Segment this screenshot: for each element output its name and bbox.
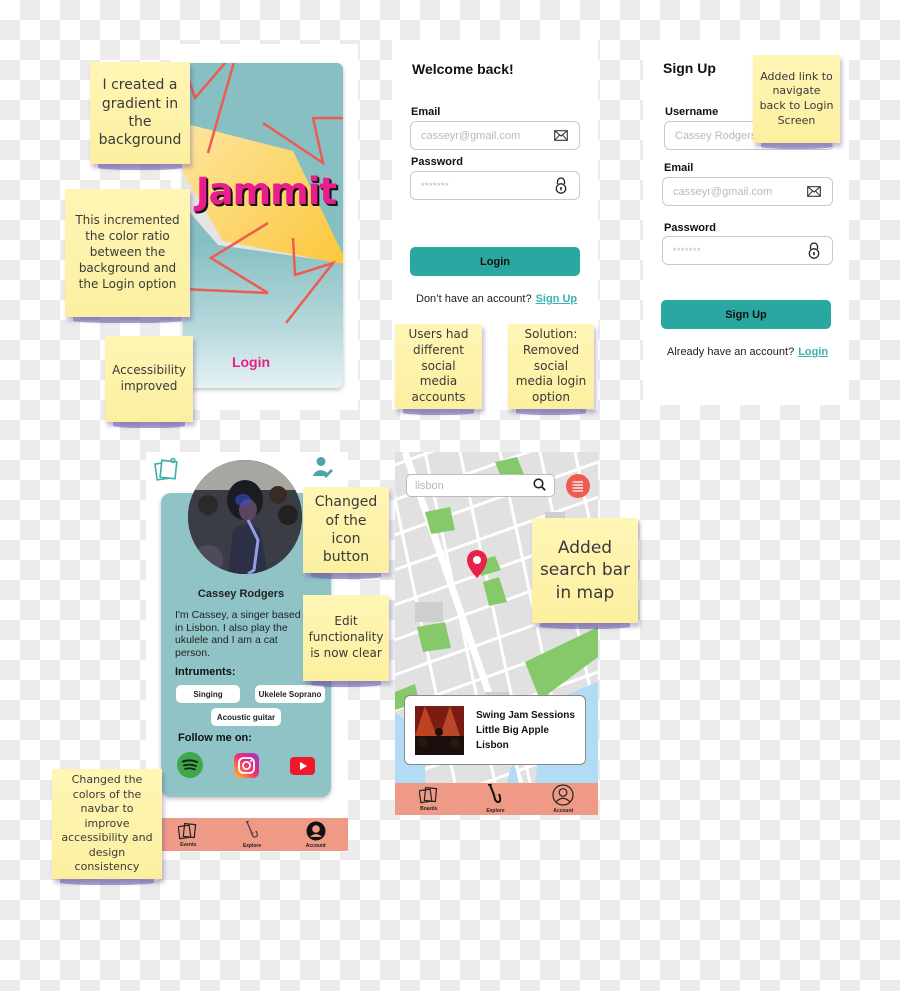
avatar (188, 460, 302, 574)
nav-boards[interactable]: Boards (418, 786, 439, 812)
email-placeholder: casseyr@gmail.com (421, 129, 521, 142)
nav-explore[interactable]: Explore (486, 783, 505, 814)
back-to-login-link[interactable]: Login (798, 346, 828, 358)
account-icon (552, 784, 574, 808)
password-field[interactable]: ******* (410, 171, 580, 200)
envelope-icon (806, 184, 822, 200)
youtube-icon[interactable] (290, 757, 315, 780)
concert-image (415, 705, 464, 755)
nav-explore[interactable]: Explore (242, 819, 262, 849)
password-field[interactable]: ******* (662, 236, 833, 265)
email-field[interactable]: casseyr@gmail.com (410, 121, 580, 150)
email-field[interactable]: casseyr@gmail.com (662, 177, 833, 206)
splash-decoration (183, 63, 343, 324)
instruments-label: Intruments: (175, 666, 236, 678)
sticky-note-social-problem: Users had different social media account… (395, 324, 482, 415)
sticky-note-edit: Edit functionality is now clear (303, 595, 389, 687)
signup-prompt-text: Don’t have an account? (416, 293, 532, 305)
event-venue: Little Big Apple (476, 724, 549, 736)
edit-profile-icon[interactable] (312, 456, 334, 483)
nav-label: Account (553, 808, 574, 814)
email-placeholder: casseyr@gmail.com (673, 185, 773, 198)
login-button[interactable]: Login (410, 247, 580, 276)
page-title: Welcome back! (412, 61, 514, 77)
event-title: Swing Jam Sessions (476, 709, 575, 721)
password-label: Password (664, 222, 716, 234)
brand-logo: Jammit (195, 170, 337, 213)
sticky-note-navbar-colors: Changed the colors of the navbar to impr… (52, 769, 162, 885)
boards-icon (177, 822, 198, 842)
sticky-note-social-solution: Solution: Removed social media login opt… (508, 324, 594, 415)
nav-label: Events (180, 841, 197, 848)
event-thumbnail (415, 705, 464, 755)
sticky-note-color-ratio: This incremented the color ratio between… (65, 189, 190, 323)
lock-icon (806, 242, 822, 259)
splash-login-link[interactable]: Login (196, 354, 306, 370)
map-navbar: Boards Explore Account (395, 783, 598, 815)
nav-account[interactable]: Account (552, 784, 574, 814)
nav-label: Explore (486, 808, 505, 814)
account-icon (306, 821, 326, 843)
sticky-note-search-bar: Added search bar in map (532, 518, 638, 629)
signup-prompt: Don’t have an account? Sign Up (416, 293, 577, 305)
lock-icon (553, 177, 569, 194)
sticky-note-gradient: I created a gradient in the background (90, 62, 190, 170)
location-pin-icon[interactable] (467, 550, 487, 583)
email-label: Email (664, 162, 694, 174)
follow-label: Follow me on: (178, 732, 252, 744)
email-label: Email (411, 106, 441, 118)
boards-icon (418, 786, 439, 806)
sticky-note-icon-button: Changed of the icon button (303, 487, 389, 579)
event-card[interactable]: Swing Jam Sessions Little Big Apple Lisb… (404, 695, 586, 765)
search-value: lisbon (415, 479, 444, 492)
profile-navbar: Events Explore Account (156, 818, 348, 851)
avatar-photo-art (188, 460, 302, 574)
boards-icon[interactable] (154, 457, 180, 488)
nav-label: Explore (242, 842, 262, 849)
signup-link[interactable]: Sign Up (536, 293, 578, 305)
nav-label: Account (305, 842, 326, 849)
password-label: Password (411, 156, 463, 168)
sticky-note-back-link: Added link to navigate back to Login Scr… (753, 55, 840, 149)
profile-bio: I'm Cassey, a singer based in Lisbon. I … (175, 609, 301, 659)
instrument-chip: Acoustic guitar (211, 708, 281, 726)
splash-background (183, 63, 343, 388)
instagram-icon[interactable] (234, 753, 259, 783)
login-prompt: Already have an account? Login (667, 346, 828, 358)
username-label: Username (665, 106, 719, 118)
sticky-note-accessibility: Accessibility improved (105, 336, 193, 428)
spotify-icon[interactable] (177, 752, 203, 783)
login-prompt-text: Already have an account? (667, 346, 795, 358)
password-placeholder: ******* (673, 245, 702, 256)
nav-account[interactable]: Account (306, 821, 326, 849)
map-search-input[interactable]: lisbon (406, 474, 555, 497)
page-title: Sign Up (663, 60, 716, 76)
list-view-button[interactable] (566, 474, 590, 503)
nav-label: Boards (420, 806, 438, 812)
instrument-chip: Ukelele Soprano (255, 685, 325, 703)
nav-events[interactable]: Events (177, 822, 198, 848)
search-icon[interactable] (533, 477, 546, 494)
saxophone-icon (487, 783, 503, 808)
envelope-icon (553, 128, 569, 144)
signup-button[interactable]: Sign Up (661, 300, 831, 329)
saxophone-icon (244, 819, 260, 843)
profile-name: Cassey Rodgers (197, 588, 285, 600)
event-city: Lisbon (476, 739, 509, 751)
password-placeholder: ******* (421, 180, 450, 191)
instrument-chip: Singing (176, 685, 240, 703)
